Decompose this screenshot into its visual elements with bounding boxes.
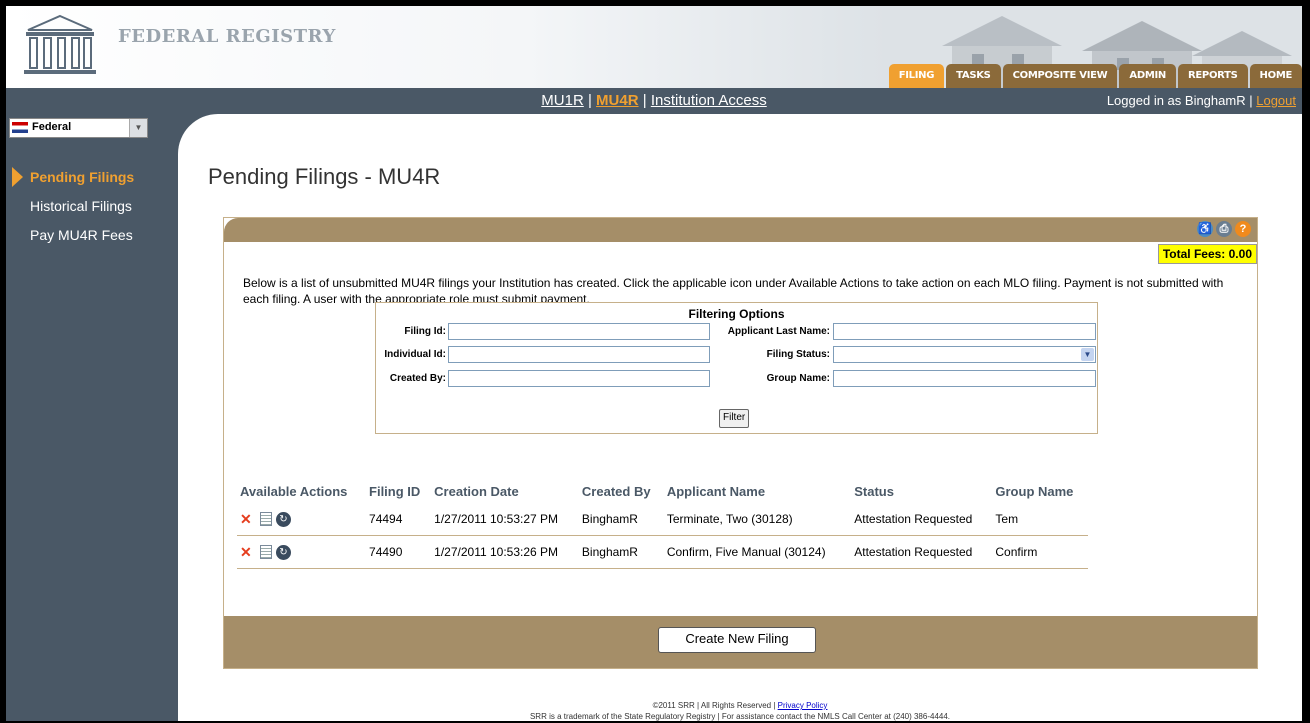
creation-date-cell: 1/27/2011 10:53:26 PM: [431, 535, 579, 569]
chevron-down-icon[interactable]: ▼: [129, 119, 147, 137]
group-name-input[interactable]: [833, 370, 1096, 387]
nmls-logo: [24, 14, 96, 74]
actions-cell: ✕ ↻: [237, 535, 367, 569]
tab-filing[interactable]: FILING: [888, 64, 945, 88]
delete-icon[interactable]: ✕: [240, 544, 256, 561]
registry-select[interactable]: Federal ▼: [9, 118, 148, 138]
col-group-name: Group Name: [995, 483, 1074, 499]
sidebar-item-historical-filings[interactable]: Historical Filings: [30, 198, 132, 214]
applicant-name-cell: Terminate, Two (30128): [663, 503, 852, 536]
col-creation-date: Creation Date: [434, 483, 519, 499]
page-footer: ©2011 SRR | All Rights Reserved | Privac…: [178, 700, 1302, 721]
registry-title: FEDERAL REGISTRY: [118, 26, 336, 47]
us-flag-icon: [12, 122, 28, 133]
view-document-icon[interactable]: [260, 512, 272, 526]
help-icon[interactable]: ?: [1235, 221, 1251, 237]
created-by-label: Created By:: [389, 373, 446, 384]
logout-link[interactable]: Logout: [1256, 93, 1296, 108]
status-cell: Attestation Requested: [851, 535, 993, 569]
tab-composite-view[interactable]: COMPOSITE VIEW: [1002, 64, 1118, 88]
copyright-text: ©2011 SRR | All Rights Reserved |: [652, 701, 776, 710]
sidebar-item-pay-mu4r-fees[interactable]: Pay MU4R Fees: [30, 227, 133, 243]
nav-link-mu1r[interactable]: MU1R: [541, 92, 584, 109]
filing-id-label: Filing Id:: [404, 326, 446, 337]
delete-icon[interactable]: ✕: [240, 511, 256, 528]
submit-refresh-icon[interactable]: ↻: [276, 511, 291, 527]
col-available-actions: Available Actions: [240, 483, 348, 499]
chevron-down-icon[interactable]: ▼: [1081, 348, 1094, 361]
sidebar: Federal ▼ Pending Filings Historical Fil…: [6, 114, 184, 721]
tab-home[interactable]: HOME: [1249, 64, 1302, 88]
creation-date-cell: 1/27/2011 10:53:27 PM: [431, 503, 579, 536]
login-status: Logged in as BinghamR | Logout: [1107, 93, 1296, 108]
filing-status-select[interactable]: ▼: [833, 346, 1096, 363]
view-document-icon[interactable]: [260, 545, 272, 559]
filing-id-input[interactable]: [448, 323, 710, 340]
page-title: Pending Filings - MU4R: [208, 164, 441, 189]
filtering-options-box: Filtering Options Filing Id: Individual …: [375, 302, 1098, 434]
nav-separator: |: [1249, 93, 1253, 108]
col-status: Status: [854, 483, 894, 499]
filter-button[interactable]: Filter: [719, 409, 750, 428]
registry-select-value: Federal: [32, 121, 72, 133]
col-filing-id: Filing ID: [369, 483, 421, 499]
panel-footer-bar: Create New Filing: [224, 616, 1257, 668]
main-content: Pending Filings - MU4R ♿ ⎙ ? Total Fees:…: [178, 114, 1302, 721]
trademark-text: SRR is a trademark of the State Regulato…: [529, 712, 951, 721]
filings-panel: ♿ ⎙ ? Total Fees: 0.00 Below is a list o…: [223, 217, 1258, 669]
header: FEDERAL REGISTRY FILING TASKS COMPOSITE …: [6, 6, 1302, 88]
nav-link-mu4r[interactable]: MU4R: [596, 92, 639, 109]
table-header-row: Available Actions Filing ID Creation Dat…: [237, 479, 1088, 503]
created-by-input[interactable]: [448, 370, 710, 387]
filter-title: Filtering Options: [688, 307, 785, 321]
applicant-last-name-label: Applicant Last Name:: [727, 326, 830, 337]
status-cell: Attestation Requested: [851, 503, 993, 536]
table-row: ✕ ↻ 74494 1/27/2011 10:53:27 PM BinghamR…: [237, 503, 1088, 536]
filings-table: Available Actions Filing ID Creation Dat…: [237, 479, 1088, 569]
tab-reports[interactable]: REPORTS: [1178, 64, 1248, 88]
created-by-cell: BinghamR: [578, 535, 664, 569]
total-fees-badge: Total Fees: 0.00: [1157, 244, 1257, 264]
nav-separator: |: [642, 92, 647, 109]
group-name-cell: Confirm: [992, 535, 1088, 569]
create-new-filing-button[interactable]: Create New Filing: [658, 627, 816, 653]
print-icon[interactable]: ⎙: [1216, 221, 1232, 237]
group-name-label: Group Name:: [766, 373, 830, 384]
filing-id-cell: 74490: [366, 535, 432, 569]
main-tabs: FILING TASKS COMPOSITE VIEW ADMIN REPORT…: [887, 64, 1302, 88]
group-name-cell: Tem: [992, 503, 1088, 536]
created-by-cell: BinghamR: [578, 503, 664, 536]
tab-tasks[interactable]: TASKS: [946, 64, 1001, 88]
table-row: ✕ ↻ 74490 1/27/2011 10:53:26 PM BinghamR…: [237, 535, 1088, 569]
privacy-policy-link[interactable]: Privacy Policy: [778, 701, 828, 710]
individual-id-input[interactable]: [448, 346, 710, 363]
filing-status-label: Filing Status:: [766, 349, 830, 360]
filing-id-cell: 74494: [366, 503, 432, 536]
panel-header-bar: ♿ ⎙ ?: [224, 218, 1257, 242]
submit-refresh-icon[interactable]: ↻: [276, 544, 291, 560]
accessibility-icon[interactable]: ♿: [1197, 221, 1213, 237]
sidebar-item-pending-filings[interactable]: Pending Filings: [30, 169, 134, 185]
applicant-name-cell: Confirm, Five Manual (30124): [663, 535, 852, 569]
app-window: FEDERAL REGISTRY FILING TASKS COMPOSITE …: [6, 6, 1302, 721]
nav-link-institution-access[interactable]: Institution Access: [651, 92, 767, 109]
panel-tools: ♿ ⎙ ?: [1194, 221, 1251, 237]
individual-id-label: Individual Id:: [384, 349, 446, 360]
tab-admin[interactable]: ADMIN: [1119, 64, 1176, 88]
col-applicant-name: Applicant Name: [666, 483, 766, 499]
sub-nav-bar: MU1R | MU4R | Institution Access Logged …: [6, 88, 1302, 114]
active-arrow-icon: [12, 167, 23, 187]
actions-cell: ✕ ↻: [237, 503, 367, 536]
logged-in-text: Logged in as BinghamR: [1106, 93, 1246, 108]
applicant-last-name-input[interactable]: [833, 323, 1096, 340]
nav-separator: |: [587, 92, 592, 109]
col-created-by: Created By: [581, 483, 651, 499]
